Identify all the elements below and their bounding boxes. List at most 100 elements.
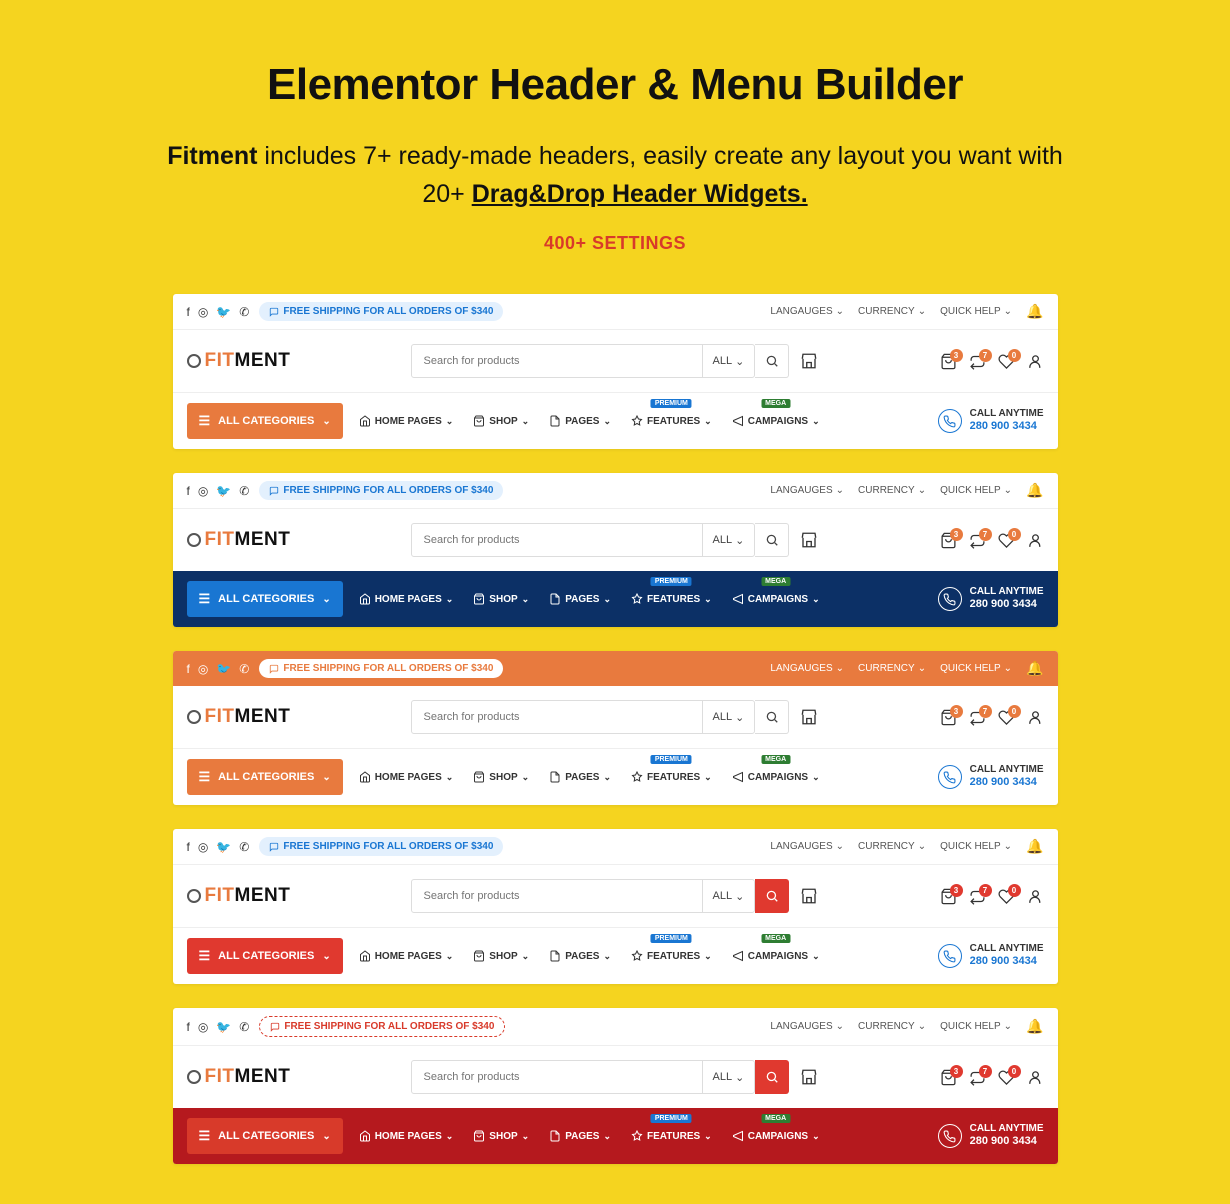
- facebook-icon[interactable]: f: [187, 840, 190, 854]
- instagram-icon[interactable]: ◎: [198, 305, 208, 319]
- search-input[interactable]: [412, 711, 702, 723]
- account-icon[interactable]: [1027, 532, 1044, 549]
- instagram-icon[interactable]: ◎: [198, 1020, 208, 1034]
- wishlist-icon[interactable]: 0: [998, 532, 1015, 549]
- compare-icon[interactable]: 7: [969, 1069, 986, 1086]
- currency-selector[interactable]: CURRENCY ⌄: [858, 663, 926, 674]
- menu-home[interactable]: HOME PAGES ⌄: [351, 1124, 462, 1148]
- menu-home[interactable]: HOME PAGES ⌄: [351, 409, 462, 433]
- store-icon[interactable]: [799, 708, 819, 726]
- viber-icon[interactable]: ✆: [239, 662, 249, 676]
- quick-help[interactable]: QUICK HELP ⌄: [940, 1021, 1012, 1032]
- search-button[interactable]: [755, 879, 789, 913]
- call-anytime[interactable]: CALL ANYTIME 280 900 3434: [938, 1123, 1044, 1148]
- store-icon[interactable]: [799, 1068, 819, 1086]
- logo[interactable]: FITMENT: [187, 885, 291, 907]
- twitter-icon[interactable]: 🐦: [216, 1020, 231, 1034]
- facebook-icon[interactable]: f: [187, 662, 190, 676]
- menu-pages[interactable]: PAGES ⌄: [541, 587, 619, 611]
- menu-pages[interactable]: PAGES ⌄: [541, 765, 619, 789]
- instagram-icon[interactable]: ◎: [198, 484, 208, 498]
- search-category-selector[interactable]: ALL ⌄: [702, 524, 755, 556]
- facebook-icon[interactable]: f: [187, 1020, 190, 1034]
- search-category-selector[interactable]: ALL ⌄: [702, 880, 755, 912]
- notification-icon[interactable]: 🔔: [1026, 838, 1043, 855]
- menu-camp[interactable]: MEGA CAMPAIGNS ⌄: [724, 1124, 828, 1148]
- menu-features[interactable]: PREMIUM FEATURES ⌄: [623, 944, 720, 968]
- store-icon[interactable]: [799, 531, 819, 549]
- menu-home[interactable]: HOME PAGES ⌄: [351, 587, 462, 611]
- twitter-icon[interactable]: 🐦: [216, 840, 231, 854]
- notification-icon[interactable]: 🔔: [1026, 482, 1043, 499]
- menu-pages[interactable]: PAGES ⌄: [541, 1124, 619, 1148]
- menu-pages[interactable]: PAGES ⌄: [541, 409, 619, 433]
- viber-icon[interactable]: ✆: [239, 305, 249, 319]
- cart-icon[interactable]: 3: [940, 353, 957, 370]
- twitter-icon[interactable]: 🐦: [216, 662, 231, 676]
- cart-icon[interactable]: 3: [940, 532, 957, 549]
- all-categories-button[interactable]: ☰ ALL CATEGORIES ⌄: [187, 403, 343, 439]
- compare-icon[interactable]: 7: [969, 532, 986, 549]
- menu-camp[interactable]: MEGA CAMPAIGNS ⌄: [724, 944, 828, 968]
- cart-icon[interactable]: 3: [940, 709, 957, 726]
- logo[interactable]: FITMENT: [187, 350, 291, 372]
- notification-icon[interactable]: 🔔: [1026, 303, 1043, 320]
- all-categories-button[interactable]: ☰ ALL CATEGORIES ⌄: [187, 759, 343, 795]
- cart-icon[interactable]: 3: [940, 1069, 957, 1086]
- store-icon[interactable]: [799, 352, 819, 370]
- facebook-icon[interactable]: f: [187, 484, 190, 498]
- notification-icon[interactable]: 🔔: [1026, 660, 1043, 677]
- all-categories-button[interactable]: ☰ ALL CATEGORIES ⌄: [187, 1118, 343, 1154]
- wishlist-icon[interactable]: 0: [998, 1069, 1015, 1086]
- search-input[interactable]: [412, 534, 702, 546]
- currency-selector[interactable]: CURRENCY ⌄: [858, 306, 926, 317]
- search-button[interactable]: [755, 1060, 789, 1094]
- language-selector[interactable]: LANGAUGES ⌄: [770, 306, 844, 317]
- search-category-selector[interactable]: ALL ⌄: [702, 701, 755, 733]
- language-selector[interactable]: LANGAUGES ⌄: [770, 663, 844, 674]
- menu-camp[interactable]: MEGA CAMPAIGNS ⌄: [724, 765, 828, 789]
- search-input[interactable]: [412, 1071, 702, 1083]
- wishlist-icon[interactable]: 0: [998, 353, 1015, 370]
- wishlist-icon[interactable]: 0: [998, 709, 1015, 726]
- currency-selector[interactable]: CURRENCY ⌄: [858, 485, 926, 496]
- all-categories-button[interactable]: ☰ ALL CATEGORIES ⌄: [187, 581, 343, 617]
- menu-shop[interactable]: SHOP ⌄: [465, 587, 537, 611]
- twitter-icon[interactable]: 🐦: [216, 484, 231, 498]
- search-button[interactable]: [755, 700, 789, 734]
- account-icon[interactable]: [1027, 888, 1044, 905]
- currency-selector[interactable]: CURRENCY ⌄: [858, 1021, 926, 1032]
- menu-shop[interactable]: SHOP ⌄: [465, 765, 537, 789]
- call-anytime[interactable]: CALL ANYTIME 280 900 3434: [938, 408, 1044, 433]
- menu-shop[interactable]: SHOP ⌄: [465, 944, 537, 968]
- store-icon[interactable]: [799, 887, 819, 905]
- search-button[interactable]: [755, 344, 789, 378]
- menu-home[interactable]: HOME PAGES ⌄: [351, 944, 462, 968]
- instagram-icon[interactable]: ◎: [198, 840, 208, 854]
- language-selector[interactable]: LANGAUGES ⌄: [770, 485, 844, 496]
- wishlist-icon[interactable]: 0: [998, 888, 1015, 905]
- viber-icon[interactable]: ✆: [239, 484, 249, 498]
- twitter-icon[interactable]: 🐦: [216, 305, 231, 319]
- compare-icon[interactable]: 7: [969, 888, 986, 905]
- logo[interactable]: FITMENT: [187, 1066, 291, 1088]
- search-input[interactable]: [412, 355, 702, 367]
- menu-shop[interactable]: SHOP ⌄: [465, 409, 537, 433]
- menu-features[interactable]: PREMIUM FEATURES ⌄: [623, 1124, 720, 1148]
- logo[interactable]: FITMENT: [187, 706, 291, 728]
- search-button[interactable]: [755, 523, 789, 557]
- menu-home[interactable]: HOME PAGES ⌄: [351, 765, 462, 789]
- search-input[interactable]: [412, 890, 702, 902]
- menu-pages[interactable]: PAGES ⌄: [541, 944, 619, 968]
- logo[interactable]: FITMENT: [187, 529, 291, 551]
- viber-icon[interactable]: ✆: [239, 840, 249, 854]
- quick-help[interactable]: QUICK HELP ⌄: [940, 663, 1012, 674]
- call-anytime[interactable]: CALL ANYTIME 280 900 3434: [938, 943, 1044, 968]
- menu-camp[interactable]: MEGA CAMPAIGNS ⌄: [724, 587, 828, 611]
- quick-help[interactable]: QUICK HELP ⌄: [940, 485, 1012, 496]
- cart-icon[interactable]: 3: [940, 888, 957, 905]
- account-icon[interactable]: [1027, 1069, 1044, 1086]
- menu-camp[interactable]: MEGA CAMPAIGNS ⌄: [724, 409, 828, 433]
- call-anytime[interactable]: CALL ANYTIME 280 900 3434: [938, 586, 1044, 611]
- compare-icon[interactable]: 7: [969, 353, 986, 370]
